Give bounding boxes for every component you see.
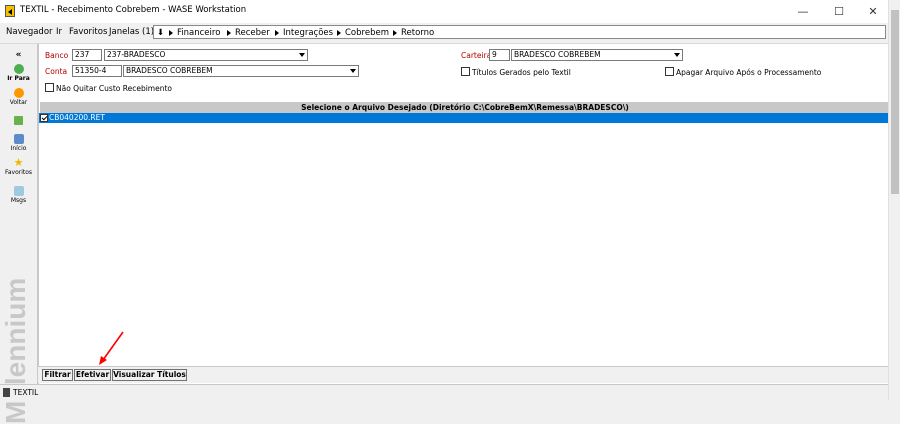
- annotation-arrow-icon: [99, 331, 124, 365]
- conta-label: Conta: [45, 67, 68, 76]
- chevron-down-icon[interactable]: [672, 50, 682, 60]
- close-button[interactable]: ✕: [856, 0, 890, 23]
- home-icon: [13, 134, 24, 144]
- scrollbar-thumb[interactable]: [891, 10, 899, 194]
- carteira-name-select[interactable]: BRADESCO COBREBEM: [511, 49, 683, 61]
- vertical-scrollbar[interactable]: [888, 0, 900, 400]
- titulos-gerados-label: Títulos Gerados pelo Textil: [472, 68, 571, 77]
- svg-text:Millennium: Millennium: [1, 278, 31, 424]
- main-panel: Banco 237 237-BRADESCO Conta 51350-4 BRA…: [38, 44, 890, 384]
- efetivar-button[interactable]: Efetivar: [74, 369, 111, 381]
- star-icon: ★: [13, 156, 24, 169]
- file-checkbox[interactable]: [40, 114, 48, 122]
- sidebar-item-ir-para[interactable]: Ir Para: [0, 64, 37, 82]
- breadcrumb-financeiro[interactable]: Financeiro: [166, 28, 220, 38]
- action-bar: Filtrar Efetivar Visualizar Títulos: [38, 366, 888, 383]
- sidebar: « Ir Para Voltar Início ★ Favoritos Msgs…: [0, 44, 38, 424]
- breadcrumb-back-icon[interactable]: ⬇: [157, 28, 164, 38]
- carteira-code-input[interactable]: 9: [489, 49, 510, 61]
- messages-icon: [13, 186, 24, 196]
- app-icon: [5, 5, 15, 17]
- go-back-icon: [13, 88, 24, 98]
- breadcrumb-receber[interactable]: Receber: [224, 28, 270, 38]
- status-text: TEXTIL: [13, 388, 39, 397]
- visualizar-titulos-button[interactable]: Visualizar Títulos: [112, 369, 187, 381]
- banco-label: Banco: [45, 51, 69, 60]
- maximize-button[interactable]: ☐: [822, 0, 856, 23]
- file-list-item[interactable]: CB040200.RET: [39, 113, 889, 123]
- chevron-right-icon: [227, 29, 231, 36]
- chevron-right-icon: [337, 29, 341, 36]
- chevron-right-icon: [393, 29, 397, 36]
- carteira-label: Carteira: [461, 51, 492, 60]
- apagar-arquivo-checkbox[interactable]: [665, 67, 674, 76]
- titulos-gerados-checkbox[interactable]: [461, 67, 470, 76]
- chevron-right-icon: [169, 29, 173, 36]
- menu-favoritos[interactable]: Favoritos: [69, 27, 107, 37]
- banco-code-input[interactable]: 237: [72, 49, 102, 61]
- breadcrumb-retorno[interactable]: Retorno: [390, 28, 434, 38]
- breadcrumb: ⬇ Financeiro Receber Integrações Cobrebe…: [153, 25, 886, 39]
- nao-quitar-label: Não Quitar Custo Recebimento: [56, 84, 173, 93]
- refresh-icon: [14, 116, 23, 125]
- go-forward-icon: [13, 64, 24, 74]
- chevron-down-icon[interactable]: [297, 50, 307, 60]
- chevron-right-icon: [275, 29, 279, 36]
- sidebar-item-favoritos[interactable]: ★ Favoritos: [0, 156, 37, 176]
- sidebar-collapse-button[interactable]: «: [0, 50, 37, 60]
- window-title: TEXTIL - Recebimento Cobrebem - WASE Wor…: [20, 5, 247, 15]
- status-bar: TEXTIL: [0, 384, 900, 401]
- menu-janelas[interactable]: Janelas (1): [109, 27, 154, 37]
- conta-name-select[interactable]: BRADESCO COBREBEM: [123, 65, 359, 77]
- user-icon: [3, 388, 10, 397]
- nao-quitar-checkbox[interactable]: [45, 83, 54, 92]
- sidebar-item-voltar[interactable]: Voltar: [0, 88, 37, 106]
- conta-code-input[interactable]: 51350-4: [72, 65, 122, 77]
- banco-name-select[interactable]: 237-BRADESCO: [104, 49, 308, 61]
- chevron-down-icon[interactable]: [348, 66, 358, 76]
- sidebar-item-inicio[interactable]: Início: [0, 134, 37, 152]
- breadcrumb-cobrebem[interactable]: Cobrebem: [334, 28, 389, 38]
- file-name: CB040200.RET: [49, 113, 105, 122]
- sidebar-item-refresh[interactable]: [0, 116, 37, 126]
- sidebar-item-msgs[interactable]: Msgs: [0, 186, 37, 204]
- title-bar: TEXTIL - Recebimento Cobrebem - WASE Wor…: [0, 0, 900, 23]
- filtrar-button[interactable]: Filtrar: [42, 369, 73, 381]
- minimize-button[interactable]: —: [786, 0, 820, 23]
- file-list-header: Selecione o Arquivo Desejado (Diretório …: [40, 102, 890, 113]
- menu-ir[interactable]: Ir: [56, 27, 62, 37]
- menu-navegador[interactable]: Navegador: [6, 27, 53, 37]
- breadcrumb-integracoes[interactable]: Integrações: [272, 28, 333, 38]
- apagar-arquivo-label: Apagar Arquivo Após o Processamento: [676, 68, 822, 77]
- menu-bar: Navegador Ir Favoritos Janelas (1) ⬇ Fin…: [0, 23, 900, 44]
